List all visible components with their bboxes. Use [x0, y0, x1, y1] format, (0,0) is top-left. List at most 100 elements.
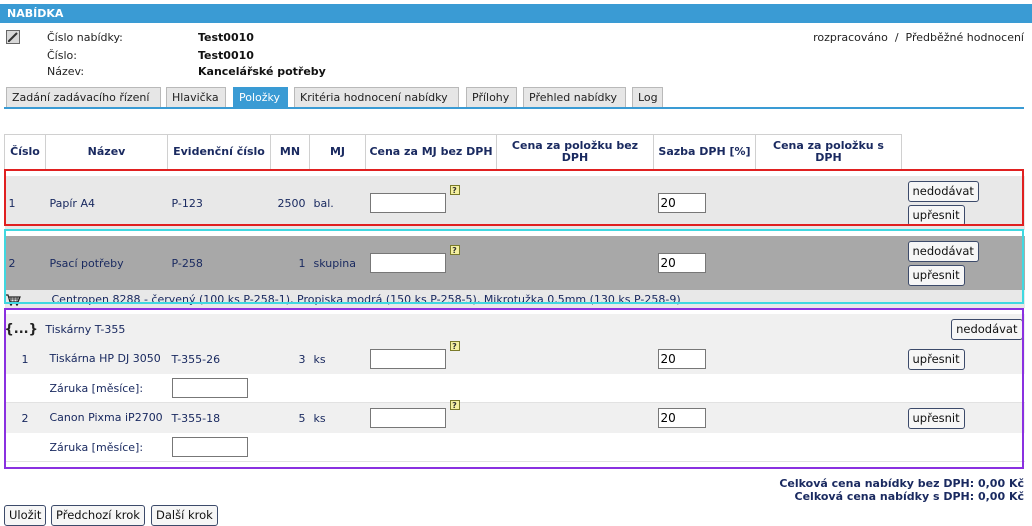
row-actions: nedodávat upřesnit: [901, 176, 1025, 230]
cart-cell: [4, 290, 46, 308]
tab-polozky[interactable]: Položky: [233, 87, 288, 107]
row-mj: skupina: [309, 236, 366, 290]
row-price-cell: ?: [365, 176, 497, 230]
col-actions: [901, 134, 1025, 170]
previous-step-button[interactable]: Předchozí krok: [51, 505, 145, 526]
warranty-input[interactable]: [171, 378, 248, 398]
group-nedodavat-button[interactable]: nedodávat: [951, 318, 1023, 340]
row-vat-cell: [653, 402, 756, 433]
row-cislo: 2: [4, 236, 46, 290]
help-icon[interactable]: ?: [449, 341, 460, 351]
upresnit-button[interactable]: upřesnit: [907, 348, 965, 370]
save-button[interactable]: Uložit: [4, 505, 47, 526]
tab-hlavicka[interactable]: Hlavička: [166, 87, 226, 107]
total-without-vat: Celková cena nabídky bez DPH: 0,00 Kč: [779, 477, 1024, 490]
price-input[interactable]: [369, 193, 446, 213]
upresnit-button[interactable]: upřesnit: [907, 204, 965, 226]
next-step-button[interactable]: Další krok: [151, 505, 218, 526]
table-row: 2 Psací potřeby P-258 1 skupina ? nedodá…: [4, 236, 1025, 290]
row-actions: upřesnit: [901, 344, 1025, 374]
help-icon[interactable]: ?: [449, 400, 460, 410]
group-detail-text: Centropen 8288 - červený (100 ks P-258-1…: [45, 290, 1025, 308]
warranty-cell: [167, 374, 271, 403]
row-cena-polozka: [496, 176, 654, 230]
tab-prehled[interactable]: Přehled nabídky: [523, 87, 626, 107]
col-cena-mj: Cena za MJ bez DPH: [365, 134, 497, 170]
table-header-row: Číslo Název Evidenční číslo MN MJ Cena z…: [4, 134, 1025, 170]
upresnit-button[interactable]: upřesnit: [907, 407, 965, 429]
row-nazev: Papír A4: [45, 176, 168, 230]
cart-icon: [4, 293, 21, 306]
col-cena-polozka: Cena za položku bez DPH: [496, 134, 654, 170]
group-detail-row: Centropen 8288 - červený (100 ks P-258-1…: [4, 290, 1025, 308]
row-mn: 1: [270, 236, 310, 290]
row-mn: 2500: [270, 176, 310, 230]
row-evidencni: P-258: [167, 236, 271, 290]
row-mj: ks: [309, 344, 366, 374]
tab-log[interactable]: Log: [632, 87, 663, 107]
offer-number-label: Číslo nabídky:: [47, 31, 123, 44]
row-evidencni: T-355-26: [167, 344, 271, 374]
vat-input[interactable]: [657, 408, 706, 428]
row-evidencni: T-355-18: [167, 402, 271, 433]
row-price-cell: ?: [365, 341, 497, 374]
name-value: Kancelářské potřeby: [198, 65, 326, 78]
group-actions: nedodávat: [901, 314, 1025, 344]
nedodavat-button[interactable]: nedodávat: [907, 180, 979, 202]
row-nazev: Canon Pixma iP2700: [45, 402, 168, 433]
table-row: 1 Papír A4 P-123 2500 bal. ? nedodávat u…: [4, 176, 1025, 230]
row-vat-cell: [653, 344, 756, 374]
vat-input[interactable]: [657, 193, 706, 213]
offer-number-value: Test0010: [198, 31, 254, 44]
price-input[interactable]: [369, 253, 446, 273]
row-evidencni: P-123: [167, 176, 271, 230]
warranty-label: Záruka [měsíce]:: [45, 433, 168, 462]
group-title-cell: {...} Tiskárny T-355: [4, 314, 902, 344]
tab-kriteria[interactable]: Kritéria hodnocení nabídky: [294, 87, 459, 107]
row-cislo: 2: [4, 402, 46, 433]
edit-document-icon: [6, 30, 20, 44]
status-text: rozpracováno / Předběžné hodnocení: [813, 31, 1024, 44]
row-cena-polozka: [496, 236, 654, 290]
row-mj: ks: [309, 402, 366, 433]
row-mn: 5: [270, 402, 310, 433]
col-cislo: Číslo: [4, 134, 46, 170]
row-price-cell: ?: [365, 400, 497, 433]
warranty-row: Záruka [měsíce]:: [4, 433, 1025, 462]
total-with-vat: Celková cena nabídky s DPH: 0,00 Kč: [794, 490, 1024, 503]
tab-prilohy[interactable]: Přílohy: [466, 87, 517, 107]
group-name: Tiskárny T-355: [45, 322, 126, 336]
upresnit-button[interactable]: upřesnit: [907, 264, 965, 286]
number-label: Číslo:: [47, 49, 77, 62]
vat-input[interactable]: [657, 253, 706, 273]
warranty-label: Záruka [měsíce]:: [45, 374, 168, 403]
row-cena-polozka: [496, 402, 654, 433]
col-nazev: Název: [45, 134, 168, 170]
row-cena-s-dph: [755, 236, 902, 290]
number-value: Test0010: [198, 49, 254, 62]
help-icon[interactable]: ?: [449, 185, 460, 195]
warranty-input[interactable]: [171, 437, 248, 457]
row-vat-cell: [653, 176, 756, 230]
nedodavat-button[interactable]: nedodávat: [907, 240, 979, 262]
col-cena-s-dph: Cena za položku s DPH: [755, 134, 902, 170]
price-input[interactable]: [369, 408, 446, 428]
col-mn: MN: [270, 134, 310, 170]
col-sazba: Sazba DPH [%]: [653, 134, 756, 170]
group-header-row: {...} Tiskárny T-355 nedodávat: [4, 314, 1025, 344]
col-mj: MJ: [309, 134, 366, 170]
table-row: 1 Tiskárna HP DJ 3050 T-355-26 3 ks ? up…: [4, 341, 1025, 374]
row-cislo: 1: [4, 344, 46, 374]
warranty-cell: [167, 433, 271, 462]
row-nazev: Tiskárna HP DJ 3050: [45, 344, 168, 374]
warranty-row: Záruka [měsíce]:: [4, 374, 1025, 403]
vat-input[interactable]: [657, 349, 706, 369]
help-icon[interactable]: ?: [449, 245, 460, 255]
page-title: NABÍDKA: [0, 4, 1032, 23]
row-cena-s-dph: [755, 344, 902, 374]
group-expand-icon[interactable]: {...}: [5, 322, 38, 337]
price-input[interactable]: [369, 349, 446, 369]
row-mn: 3: [270, 344, 310, 374]
row-cislo: 1: [4, 176, 46, 230]
tab-zadani[interactable]: Zadání zadávacího řízení: [6, 87, 161, 107]
